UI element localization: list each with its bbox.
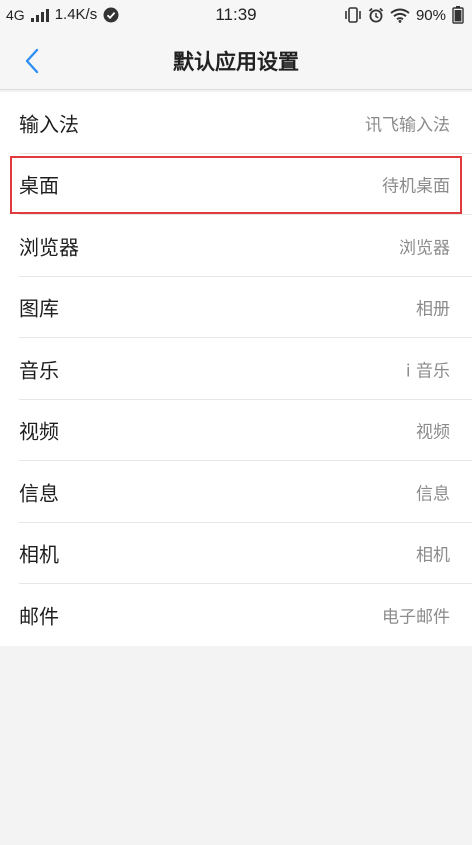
setting-item-video[interactable]: 视频 视频 (0, 399, 472, 461)
setting-value: 讯飞输入法 (365, 115, 450, 136)
setting-value: 电子邮件 (382, 607, 450, 628)
setting-label: 视频 (19, 419, 59, 444)
setting-label: 输入法 (19, 112, 79, 137)
setting-label: 信息 (19, 481, 59, 506)
default-apps-list: 输入法 讯飞输入法 桌面 待机桌面 浏览器 浏览器 图库 相册 音乐 i 音乐 … (0, 92, 472, 646)
setting-item-camera[interactable]: 相机 相机 (0, 522, 472, 584)
setting-value: i 音乐 (405, 361, 450, 382)
setting-value: 信息 (416, 484, 450, 505)
header: 默认应用设置 (0, 32, 472, 90)
setting-label: 桌面 (19, 173, 59, 198)
setting-item-email[interactable]: 邮件 电子邮件 (0, 584, 472, 646)
setting-label: 音乐 (19, 358, 59, 383)
status-bar: 4G 1.4K/s 11:39 90% (0, 0, 472, 32)
status-right: 90% (344, 6, 464, 24)
alarm-icon (368, 7, 384, 23)
battery-percent: 90% (415, 6, 446, 24)
setting-item-music[interactable]: 音乐 i 音乐 (0, 338, 472, 400)
vibrate-icon (344, 7, 362, 23)
header-divider (0, 89, 472, 90)
setting-value: 相册 (416, 299, 450, 320)
setting-item-gallery[interactable]: 图库 相册 (0, 276, 472, 338)
wifi-icon (390, 8, 410, 23)
setting-value: 浏览器 (399, 238, 450, 259)
setting-item-input-method[interactable]: 输入法 讯飞输入法 (0, 92, 472, 154)
page-title: 默认应用设置 (173, 50, 299, 74)
setting-value: 视频 (416, 422, 450, 443)
setting-value: 相机 (416, 545, 450, 566)
setting-label: 图库 (19, 296, 59, 321)
battery-icon (452, 6, 464, 24)
setting-label: 浏览器 (19, 235, 79, 260)
setting-value: 待机桌面 (382, 176, 450, 197)
setting-item-messages[interactable]: 信息 信息 (0, 461, 472, 523)
setting-item-browser[interactable]: 浏览器 浏览器 (0, 215, 472, 277)
setting-item-launcher[interactable]: 桌面 待机桌面 (0, 153, 472, 215)
setting-label: 相机 (19, 542, 59, 567)
setting-label: 邮件 (19, 604, 59, 629)
